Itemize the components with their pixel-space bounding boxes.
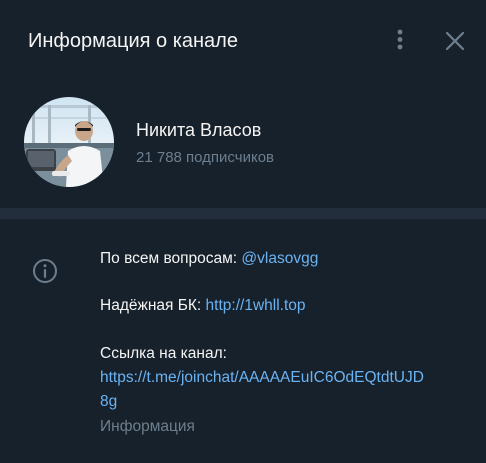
channel-profile: Никита Власов 21 788 подписчиков — [0, 82, 486, 208]
info-icon — [33, 259, 57, 283]
channel-info-panel: Информация о канале Никита Власов 21 788… — [0, 0, 486, 463]
invite-link-continued[interactable]: 8g — [100, 390, 117, 414]
contact-username-link[interactable]: @vlasovgg — [241, 250, 318, 267]
description-line-bk: Надёжная БК: http://1whll.top — [100, 294, 306, 318]
close-button[interactable] — [441, 27, 469, 55]
channel-avatar[interactable] — [24, 97, 114, 187]
info-section-label: Информация — [100, 418, 195, 435]
invite-link[interactable]: https://t.me/joinchat/AAAAAEuIC6OdEQtdtU… — [100, 366, 424, 390]
panel-header: Информация о канале — [0, 0, 486, 82]
channel-name: Никита Власов — [136, 120, 262, 140]
subscriber-count: 21 788 подписчиков — [136, 149, 275, 166]
more-vertical-icon — [397, 29, 403, 50]
section-divider — [0, 208, 486, 219]
close-icon — [445, 31, 465, 51]
more-menu-button[interactable] — [388, 26, 412, 54]
channel-description-section: По всем вопросам: @vlasovgg Надёжная БК:… — [0, 219, 486, 463]
description-line-contact: По всем вопросам: @vlasovgg — [100, 247, 318, 271]
channel-link-label: Ссылка на канал: — [100, 345, 227, 362]
bk-url-link[interactable]: http://1whll.top — [206, 297, 306, 314]
bk-prefix: Надёжная БК: — [100, 297, 206, 314]
contact-prefix: По всем вопросам: — [100, 250, 242, 267]
panel-title: Информация о канале — [28, 30, 238, 52]
avatar-photo — [24, 97, 114, 187]
